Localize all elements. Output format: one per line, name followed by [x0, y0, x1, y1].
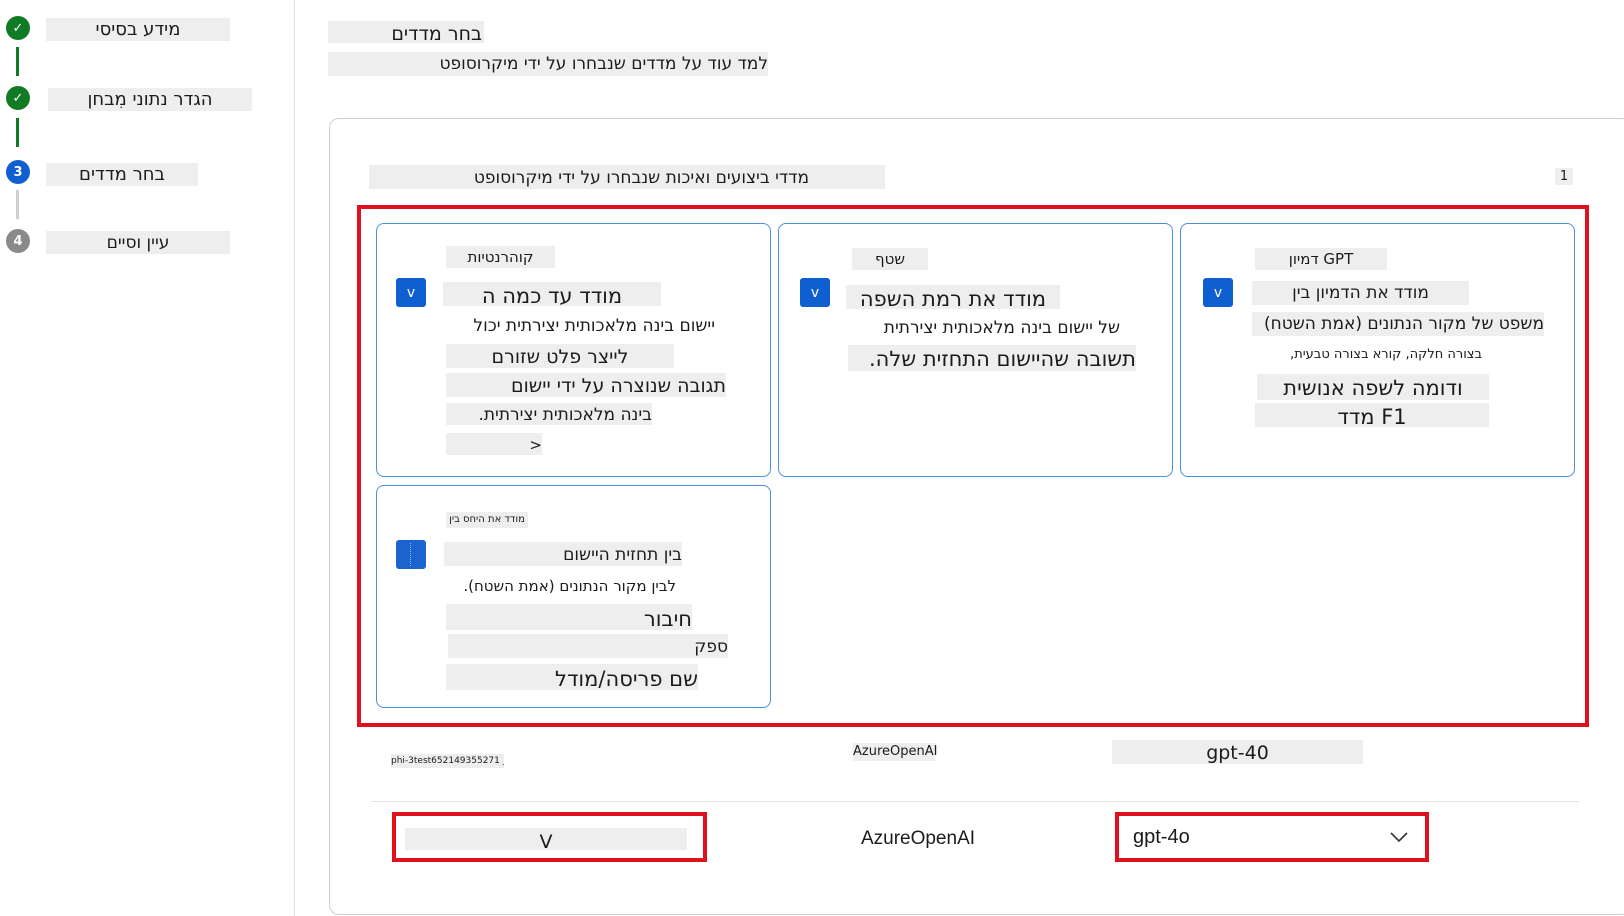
- gpt-similarity-checkbox[interactable]: v: [1203, 278, 1233, 307]
- step-1-label[interactable]: מידע בסיסי: [46, 18, 230, 41]
- card-description-line: בין תחזית היישום: [444, 542, 682, 566]
- learn-more-link[interactable]: למד עוד על מדדים שנבחרו על ידי מיקרוסופט: [328, 52, 768, 76]
- relation-checkbox[interactable]: [396, 540, 426, 569]
- card-description-line: מודד את רמת השפה: [846, 285, 1060, 311]
- card-description-line: מודד את הדמיון בין: [1252, 281, 1469, 305]
- stepper-connector: [16, 190, 19, 219]
- card-description-line: ודומה לשפה אנושית: [1257, 374, 1489, 400]
- model-dropdown-value: gpt-4o: [1133, 826, 1190, 848]
- connection-input[interactable]: V: [405, 828, 687, 853]
- sidebar-divider: [294, 0, 295, 916]
- card-description-line: של יישום בינה מלאכותית יצירתית: [883, 318, 1120, 338]
- step-4-number-icon: 4: [6, 229, 30, 253]
- fluency-checkbox[interactable]: v: [800, 278, 830, 307]
- stepper-connector: [16, 47, 19, 76]
- step-4-label[interactable]: עיין וסיים: [46, 231, 230, 254]
- stepper-connector: [16, 118, 19, 147]
- card-description-line: לייצר פלט שזורם: [446, 344, 674, 368]
- step-2-label[interactable]: הגדר נתוני מִבחן: [48, 88, 252, 111]
- provider-label: AzureOpenAI: [853, 743, 938, 761]
- page-title: בחר מדדים: [328, 21, 484, 45]
- card-description-line: מדד F1: [1255, 403, 1489, 429]
- row-divider: [371, 801, 1579, 802]
- card-title: שטף: [852, 248, 928, 270]
- chevron-down-icon: [1390, 832, 1408, 843]
- selected-count: 1: [1555, 168, 1573, 185]
- card-description-line: חיבור: [446, 604, 692, 631]
- expand-more-icon[interactable]: >: [446, 433, 542, 455]
- model-label: gpt-40: [1112, 740, 1363, 764]
- card-description-line: בצורה חלקה, קורא בצורה טבעית,: [1290, 347, 1482, 362]
- card-description-line: תשובה שהיישום התחזית שלה.: [848, 345, 1136, 371]
- card-description-line: שם פריסה/מודל: [446, 664, 698, 691]
- card-title: דמיון GPT: [1255, 248, 1387, 270]
- card-description-line: ספק: [448, 634, 728, 658]
- connection-label: phi-3test652149355271 _...V: [391, 754, 504, 768]
- model-dropdown[interactable]: gpt-4o: [1119, 816, 1425, 858]
- card-description-line: יישום בינה מלאכותית יצירתית יכול: [473, 316, 715, 336]
- coherence-checkbox[interactable]: v: [396, 278, 426, 307]
- section-title: מדדי ביצועים ואיכות שנבחרו על ידי מיקרוס…: [369, 165, 885, 189]
- card-description-line: תגובה שנוצרה על ידי יישום: [446, 373, 726, 397]
- step-3-number-icon: 3: [6, 160, 30, 184]
- card-description-line: מודד עד כמה ה: [443, 282, 661, 308]
- card-title: מודד את היחס בין: [446, 512, 528, 528]
- card-description-line: בינה מלאכותית יצירתית.: [446, 403, 652, 425]
- card-description-line: לבין מקור הנתונים (אמת השטח).: [463, 577, 676, 595]
- card-title: קוהרנטיות: [446, 246, 555, 268]
- card-description-line: משפט של מקור הנתונים (אמת השטח): [1252, 312, 1544, 336]
- provider-value: AzureOpenAI: [860, 828, 976, 849]
- step-2-complete-icon: ✓: [6, 86, 30, 110]
- step-1-complete-icon: ✓: [6, 16, 30, 40]
- step-3-label[interactable]: בחר מדדים: [46, 163, 198, 186]
